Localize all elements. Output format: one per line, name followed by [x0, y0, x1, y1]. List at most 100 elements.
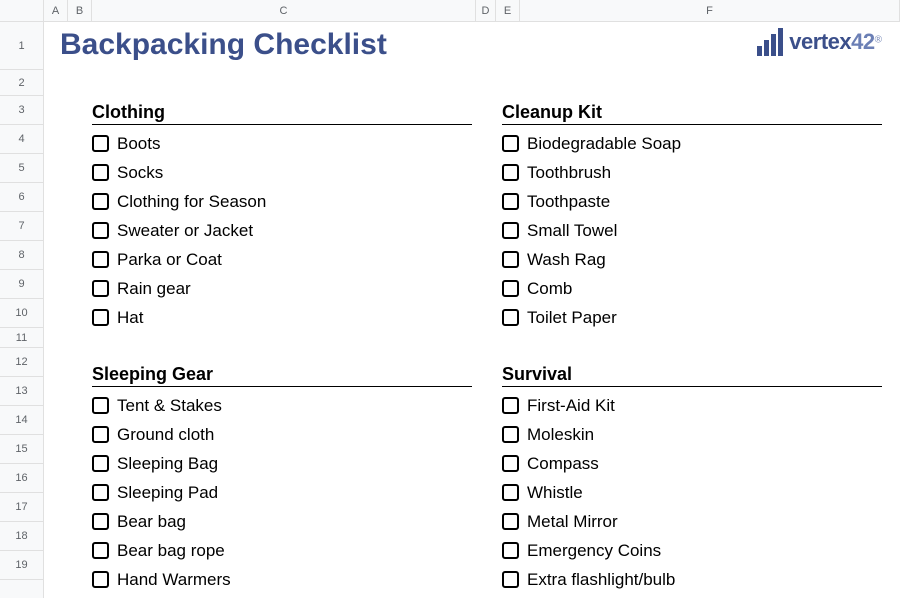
row-header-column: 12345678910111213141516171819 [0, 22, 44, 598]
checkbox[interactable] [502, 164, 519, 181]
column-header-C[interactable]: C [92, 0, 476, 21]
column-header-B[interactable]: B [68, 0, 92, 21]
column-header-E[interactable]: E [496, 0, 520, 21]
row-header-5[interactable]: 5 [0, 154, 43, 183]
section-title: Survival [502, 364, 882, 387]
checkbox[interactable] [92, 164, 109, 181]
checklist-item: Parka or Coat [92, 245, 472, 274]
row-header-14[interactable]: 14 [0, 406, 43, 435]
checklist-item-label: Toothbrush [527, 163, 611, 183]
section-title: Sleeping Gear [92, 364, 472, 387]
checkbox[interactable] [502, 280, 519, 297]
checkbox[interactable] [502, 193, 519, 210]
checkbox[interactable] [92, 513, 109, 530]
checklist-item-label: Socks [117, 163, 163, 183]
checklist-item-label: Boots [117, 134, 160, 154]
checkbox[interactable] [92, 193, 109, 210]
checklist-item-label: Bear bag [117, 512, 186, 532]
column-header-F[interactable]: F [520, 0, 900, 21]
checklist-item: Whistle [502, 478, 882, 507]
row-header-18[interactable]: 18 [0, 522, 43, 551]
checkbox[interactable] [92, 484, 109, 501]
spreadsheet-grid[interactable]: Backpacking Checklist vertex42® Clothing… [44, 22, 900, 598]
checklist-item-label: Sleeping Pad [117, 483, 218, 503]
row-header-7[interactable]: 7 [0, 212, 43, 241]
section-clothing: Clothing Boots Socks Clothing for Season Swe… [92, 102, 472, 332]
row-header-15[interactable]: 15 [0, 435, 43, 464]
row-header-19[interactable]: 19 [0, 551, 43, 580]
checklist-item-label: Metal Mirror [527, 512, 618, 532]
row-header-10[interactable]: 10 [0, 299, 43, 328]
row-header-6[interactable]: 6 [0, 183, 43, 212]
column-header-row: ABCDEF [0, 0, 900, 22]
section-title: Clothing [92, 102, 472, 125]
checklist-item: Toothbrush [502, 158, 882, 187]
checklist-item-label: Sleeping Bag [117, 454, 218, 474]
checkbox[interactable] [92, 251, 109, 268]
checkbox[interactable] [502, 135, 519, 152]
checkbox[interactable] [502, 222, 519, 239]
checkbox[interactable] [92, 222, 109, 239]
checkbox[interactable] [502, 571, 519, 588]
checklist-item: Sleeping Pad [92, 478, 472, 507]
row-header-11[interactable]: 11 [0, 328, 43, 348]
checklist-item: Compass [502, 449, 882, 478]
checklist-item: Sweater or Jacket [92, 216, 472, 245]
row-header-1[interactable]: 1 [0, 22, 43, 70]
checkbox[interactable] [502, 426, 519, 443]
checklist-item: Sleeping Bag [92, 449, 472, 478]
checklist-item-label: Rain gear [117, 279, 191, 299]
row-header-13[interactable]: 13 [0, 377, 43, 406]
checkbox[interactable] [92, 571, 109, 588]
checkbox[interactable] [92, 280, 109, 297]
checkbox[interactable] [502, 484, 519, 501]
column-header-D[interactable]: D [476, 0, 496, 21]
checklist-item: Bear bag [92, 507, 472, 536]
checkbox[interactable] [502, 513, 519, 530]
checklist-item-label: Toothpaste [527, 192, 610, 212]
checkbox[interactable] [92, 455, 109, 472]
checklist-item: Socks [92, 158, 472, 187]
checkbox[interactable] [92, 309, 109, 326]
checkbox[interactable] [92, 426, 109, 443]
checkbox[interactable] [502, 542, 519, 559]
row-header-2[interactable]: 2 [0, 70, 43, 96]
row-header-12[interactable]: 12 [0, 348, 43, 377]
vertex42-logo: vertex42® [757, 28, 882, 56]
page-title: Backpacking Checklist [60, 28, 387, 62]
checkbox[interactable] [92, 542, 109, 559]
checklist-item-label: Ground cloth [117, 425, 214, 445]
checklist-item-label: First-Aid Kit [527, 396, 615, 416]
checklist-item: Boots [92, 129, 472, 158]
checklist-item: Metal Mirror [502, 507, 882, 536]
section-survival: Survival First-Aid Kit Moleskin CompassWhis… [502, 364, 882, 594]
checklist-item-label: Hand Warmers [117, 570, 231, 590]
select-all-corner[interactable] [0, 0, 44, 22]
row-header-17[interactable]: 17 [0, 493, 43, 522]
checklist-item: Extra flashlight/bulb [502, 565, 882, 594]
logo-bars-icon [757, 28, 783, 56]
checklist-item-label: Parka or Coat [117, 250, 222, 270]
checklist-item-label: Comb [527, 279, 572, 299]
column-header-A[interactable]: A [44, 0, 68, 21]
checkbox[interactable] [92, 135, 109, 152]
logo-text: vertex [789, 29, 851, 54]
checkbox[interactable] [92, 397, 109, 414]
checkbox[interactable] [502, 309, 519, 326]
checklist-item-label: Tent & Stakes [117, 396, 222, 416]
checklist-item: Biodegradable Soap [502, 129, 882, 158]
checklist-item-label: Emergency Coins [527, 541, 661, 561]
checkbox[interactable] [502, 251, 519, 268]
row-header-4[interactable]: 4 [0, 125, 43, 154]
checklist-item: Small Towel [502, 216, 882, 245]
checklist-item-label: Clothing for Season [117, 192, 266, 212]
checklist-item: Bear bag rope [92, 536, 472, 565]
checkbox[interactable] [502, 455, 519, 472]
checklist-item-label: Moleskin [527, 425, 594, 445]
checklist-item: First-Aid Kit [502, 391, 882, 420]
row-header-3[interactable]: 3 [0, 96, 43, 125]
row-header-8[interactable]: 8 [0, 241, 43, 270]
checkbox[interactable] [502, 397, 519, 414]
row-header-16[interactable]: 16 [0, 464, 43, 493]
row-header-9[interactable]: 9 [0, 270, 43, 299]
